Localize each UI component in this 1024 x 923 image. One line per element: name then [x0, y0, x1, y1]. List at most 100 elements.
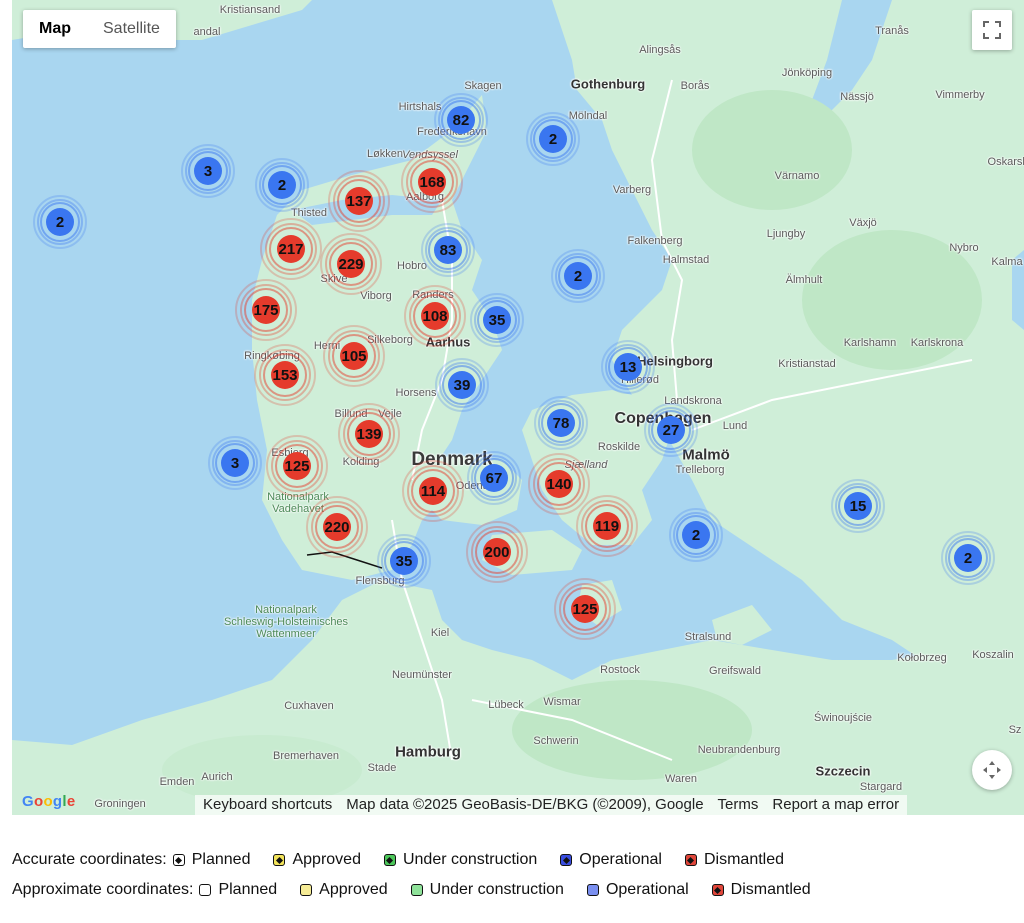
- map-type-map-button[interactable]: Map: [23, 10, 87, 48]
- marker-cluster[interactable]: 105: [323, 325, 385, 387]
- marker-cluster[interactable]: 2: [30, 192, 90, 252]
- place-rostock: Rostock: [600, 664, 640, 676]
- operational-approx-swatch-icon: [586, 884, 599, 896]
- marker-cluster[interactable]: 119: [576, 495, 638, 557]
- place-wismar: Wismar: [543, 696, 581, 708]
- cluster-count: 217: [277, 235, 305, 263]
- place-karlskrona: Karlskrona: [910, 337, 964, 349]
- marker-cluster[interactable]: 168: [401, 151, 463, 213]
- marker-cluster[interactable]: 229: [320, 233, 382, 295]
- place-varberg: Varberg: [612, 184, 652, 196]
- legend-item-label: Planned: [218, 881, 278, 898]
- cluster-count: 2: [682, 521, 710, 549]
- legend-item: Approved: [300, 881, 388, 899]
- map-canvas[interactable]: Kristiansand andal Alingsås Tranås Skage…: [12, 0, 1024, 815]
- operational-accurate-swatch-icon: [560, 854, 573, 866]
- legend-item: Under construction: [383, 851, 538, 869]
- marker-cluster[interactable]: 220: [306, 496, 368, 558]
- marker-cluster[interactable]: 114: [402, 460, 464, 522]
- place-vaxjo: Växjö: [849, 217, 877, 229]
- marker-cluster[interactable]: 137: [328, 170, 390, 232]
- marker-cluster[interactable]: 13: [598, 337, 658, 397]
- marker-cluster[interactable]: 39: [432, 355, 492, 415]
- keyboard-shortcuts-link[interactable]: Keyboard shortcuts: [203, 795, 332, 815]
- place-emden: Emden: [159, 776, 195, 788]
- place-trelleborg: Trelleborg: [675, 464, 725, 476]
- place-tranas: Tranås: [875, 25, 909, 37]
- place-neumunster: Neumünster: [392, 669, 452, 681]
- report-error-link[interactable]: Report a map error: [772, 795, 899, 815]
- cluster-count: 83: [434, 236, 462, 264]
- place-andal: andal: [193, 26, 221, 38]
- marker-cluster[interactable]: 175: [235, 279, 297, 341]
- map-attribution: Keyboard shortcuts Map data ©2025 GeoBas…: [195, 795, 908, 815]
- cluster-count: 3: [194, 157, 222, 185]
- cluster-count: 114: [419, 477, 447, 505]
- marker-cluster[interactable]: 82: [431, 90, 491, 150]
- place-jonkoping: Jönköping: [781, 67, 833, 79]
- marker-cluster[interactable]: 3: [178, 141, 238, 201]
- place-waren: Waren: [665, 773, 697, 785]
- legend-item: Planned: [199, 881, 277, 899]
- marker-cluster[interactable]: 200: [466, 521, 528, 583]
- marker-cluster[interactable]: 153: [254, 344, 316, 406]
- place-greifswald: Greifswald: [709, 665, 761, 677]
- place-roskilde: Roskilde: [597, 441, 641, 453]
- terms-link[interactable]: Terms: [718, 795, 759, 815]
- place-kiel: Kiel: [430, 627, 450, 639]
- cluster-count: 35: [483, 306, 511, 334]
- marker-cluster[interactable]: 83: [418, 220, 478, 280]
- marker-cluster[interactable]: 2: [523, 109, 583, 169]
- place-nybro: Nybro: [949, 242, 979, 254]
- cluster-count: 78: [547, 409, 575, 437]
- cluster-count: 105: [340, 342, 368, 370]
- map-type-satellite-button[interactable]: Satellite: [87, 10, 176, 48]
- camera-control-button[interactable]: [972, 750, 1012, 790]
- legend-item: Dismantled: [711, 881, 811, 899]
- place-groningen: Groningen: [94, 798, 146, 810]
- cluster-count: 168: [418, 168, 446, 196]
- legend-item-label: Under construction: [429, 881, 564, 898]
- legend-item-label: Planned: [191, 851, 251, 868]
- place-varnamo: Värnamo: [774, 170, 820, 182]
- marker-cluster[interactable]: 2: [666, 505, 726, 565]
- cluster-count: 2: [564, 262, 592, 290]
- legend-item-label: Under construction: [402, 851, 538, 868]
- marker-cluster[interactable]: 125: [266, 435, 328, 497]
- marker-cluster[interactable]: 15: [828, 476, 888, 536]
- marker-cluster[interactable]: 35: [374, 531, 434, 591]
- fullscreen-button[interactable]: [972, 10, 1012, 50]
- legend-item-label: Operational: [579, 851, 662, 868]
- marker-cluster[interactable]: 35: [467, 290, 527, 350]
- place-boras: Borås: [680, 80, 710, 92]
- marker-cluster[interactable]: 3: [205, 433, 265, 493]
- cluster-count: 108: [421, 302, 449, 330]
- cluster-count: 200: [483, 538, 511, 566]
- place-cuxhaven: Cuxhaven: [284, 700, 334, 712]
- place-lokken: Løkken: [366, 148, 404, 160]
- marker-cluster[interactable]: 2: [252, 155, 312, 215]
- marker-cluster[interactable]: 2: [548, 246, 608, 306]
- marker-cluster[interactable]: 217: [260, 218, 322, 280]
- move-arrows-icon: [983, 761, 1001, 779]
- marker-cluster[interactable]: 78: [531, 393, 591, 453]
- cluster-count: 153: [271, 361, 299, 389]
- place-aurich: Aurich: [201, 771, 233, 783]
- cluster-count: 82: [447, 106, 475, 134]
- marker-cluster[interactable]: 67: [464, 448, 524, 508]
- cluster-count: 39: [448, 371, 476, 399]
- cluster-count: 67: [480, 464, 508, 492]
- legend-item: Planned: [172, 851, 251, 869]
- marker-cluster[interactable]: 2: [938, 528, 998, 588]
- place-szczecin: Szczecin: [815, 763, 871, 779]
- cluster-count: 175: [252, 296, 280, 324]
- cluster-count: 125: [571, 595, 599, 623]
- cluster-count: 3: [221, 449, 249, 477]
- cluster-count: 2: [268, 171, 296, 199]
- legend-item-label: Approved: [292, 851, 361, 868]
- marker-cluster[interactable]: 27: [641, 400, 701, 460]
- marker-cluster[interactable]: 139: [338, 403, 400, 465]
- marker-cluster[interactable]: 108: [404, 285, 466, 347]
- legend-item-label: Dismantled: [730, 881, 811, 898]
- marker-cluster[interactable]: 125: [554, 578, 616, 640]
